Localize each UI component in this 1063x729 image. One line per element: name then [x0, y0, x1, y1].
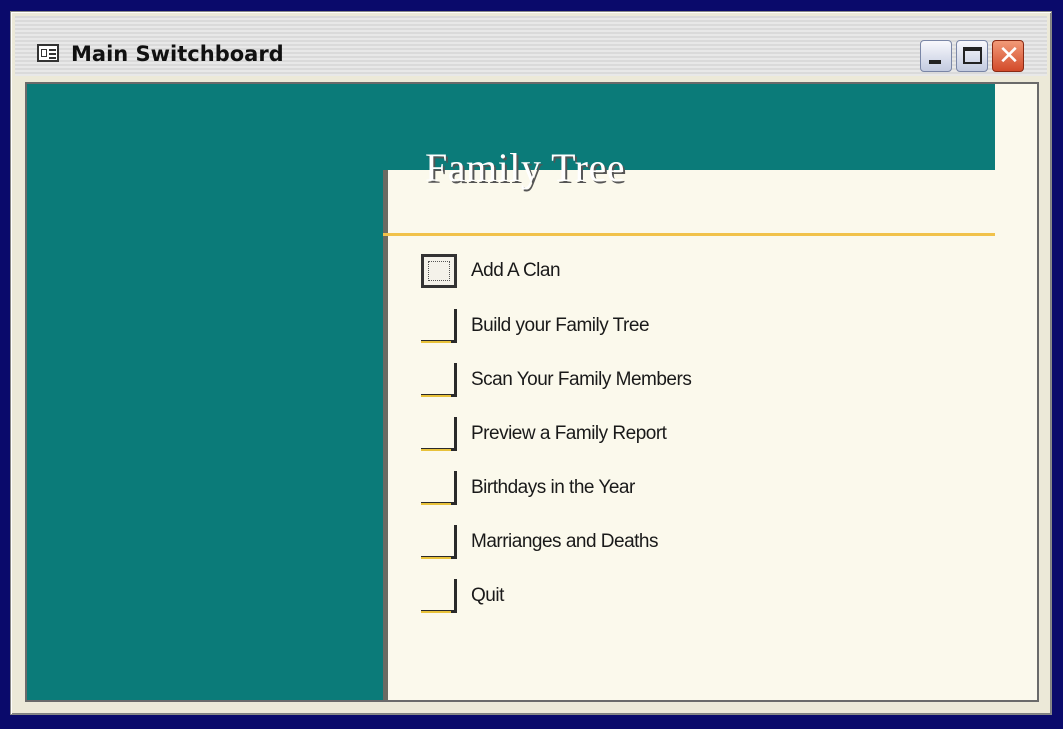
menu-item-label[interactable]: Add A Clan: [471, 260, 561, 282]
menu-item-label[interactable]: Scan Your Family Members: [471, 369, 692, 391]
menu-button[interactable]: [421, 417, 457, 451]
menu-item-scan-family-members[interactable]: Scan Your Family Members: [421, 361, 941, 401]
switchboard-heading: Family Tree: [425, 145, 625, 190]
form-icon[interactable]: [37, 44, 59, 62]
minimize-icon: [929, 60, 941, 64]
minimize-button[interactable]: [920, 40, 952, 72]
menu-button[interactable]: [421, 254, 457, 288]
menu-item-label[interactable]: Build your Family Tree: [471, 315, 650, 337]
menu-item-label[interactable]: Preview a Family Report: [471, 423, 667, 445]
maximize-button[interactable]: [956, 40, 988, 72]
menu-item-quit[interactable]: Quit: [421, 577, 941, 617]
menu-button[interactable]: [421, 579, 457, 613]
menu-button[interactable]: [421, 525, 457, 559]
maximize-icon: [963, 47, 982, 64]
menu-item-build-family-tree[interactable]: Build your Family Tree: [421, 307, 941, 347]
menu-item-preview-family-report[interactable]: Preview a Family Report: [421, 415, 941, 455]
close-icon: ✕: [998, 41, 1020, 71]
menu-button[interactable]: [421, 309, 457, 343]
heading-divider: [383, 233, 995, 236]
panel-shadow: [383, 170, 388, 700]
menu-button[interactable]: [421, 363, 457, 397]
switchboard-form: Family Tree Add A Clan Build your Family…: [25, 82, 1039, 702]
menu-item-label[interactable]: Marrianges and Deaths: [471, 531, 659, 553]
switchboard-window: Main Switchboard ✕ Family Tree Add A Cla…: [10, 11, 1052, 715]
menu-item-label[interactable]: Quit: [471, 585, 504, 607]
title-bar[interactable]: Main Switchboard ✕: [15, 16, 1047, 76]
menu-item-birthdays-in-year[interactable]: Birthdays in the Year: [421, 469, 941, 509]
menu-button[interactable]: [421, 471, 457, 505]
menu-item-marriages-and-deaths[interactable]: Marrianges and Deaths: [421, 523, 941, 563]
teal-side-panel: [27, 84, 383, 700]
menu-item-label[interactable]: Birthdays in the Year: [471, 477, 635, 499]
close-button[interactable]: ✕: [992, 40, 1024, 72]
menu-item-add-a-clan[interactable]: Add A Clan: [421, 252, 941, 292]
window-title: Main Switchboard: [71, 42, 284, 66]
